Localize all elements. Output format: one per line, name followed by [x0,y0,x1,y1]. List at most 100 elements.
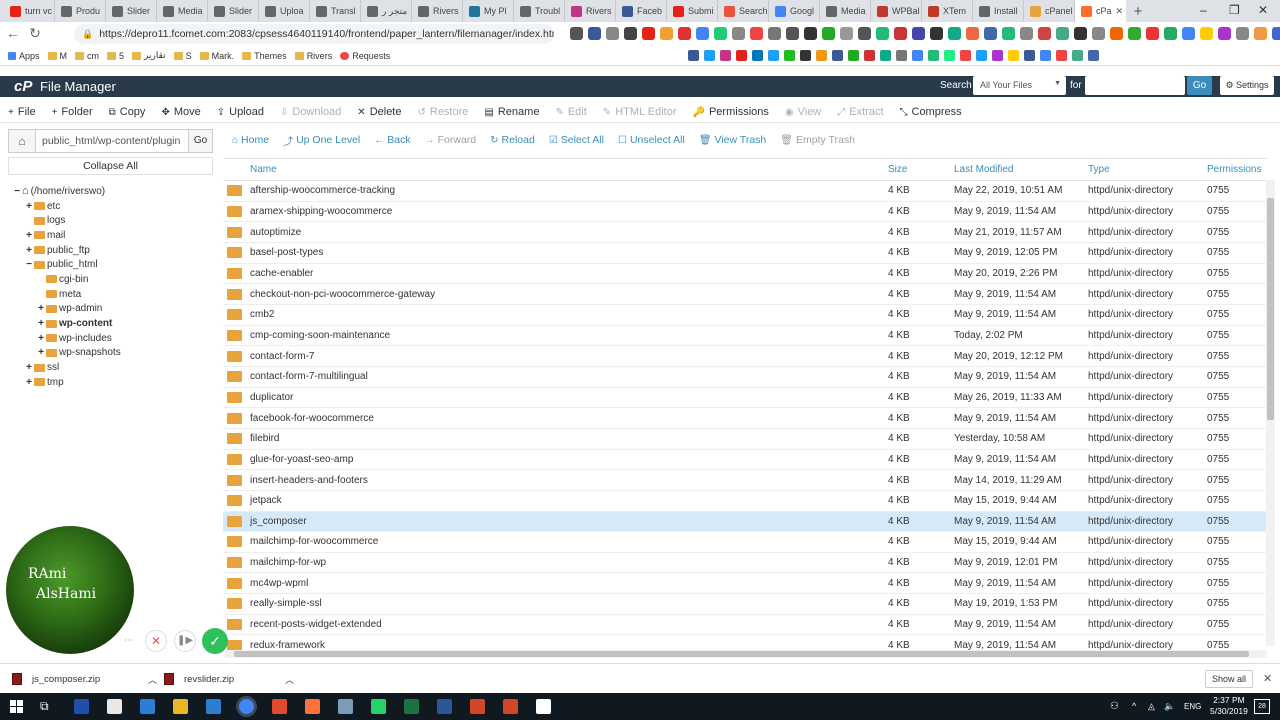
extension-icon[interactable] [930,27,943,40]
bookmark-icon[interactable] [848,50,859,61]
reload-icon[interactable]: ↻ [24,25,46,42]
extension-icon[interactable] [912,27,925,40]
extension-icon[interactable] [1164,27,1177,40]
table-row[interactable]: facebook-for-woocommerce 4 KB May 9, 2019,… [223,408,1268,429]
bookmark-icon[interactable] [960,50,971,61]
expand-icon[interactable]: + [24,230,34,241]
extension-icon[interactable] [1092,27,1105,40]
extension-icon[interactable] [732,27,745,40]
view-button[interactable]: ◉ View [785,106,821,118]
table-row[interactable]: aramex-shipping-woocommerce 4 KB May 9, 20… [223,202,1268,223]
bookmark-icon[interactable] [1008,50,1019,61]
path-input[interactable]: public_html/wp-content/plugin [36,129,189,153]
browser-tab[interactable]: Faceb [616,0,667,22]
close-icon[interactable]: ✕ [145,630,167,652]
notification-icon[interactable]: 28 [1254,699,1270,714]
extension-icon[interactable] [624,27,637,40]
html-editor-button[interactable]: ✎ HTML Editor [603,106,677,118]
tree-item[interactable]: + etc [12,199,217,214]
bookmark-icon[interactable] [704,50,715,61]
close-tab-icon[interactable]: ✕ [1115,6,1123,17]
collapse-icon[interactable]: − [12,186,22,197]
minimize-button[interactable]: – [1200,3,1207,17]
expand-icon[interactable]: + [24,201,34,212]
expand-icon[interactable]: + [36,333,46,344]
extension-icon[interactable] [1128,27,1141,40]
collapse-all-button[interactable]: Collapse All [8,157,213,175]
upload-button[interactable]: ⇪ Upload [217,106,264,118]
maximize-button[interactable]: ❐ [1229,3,1240,17]
chrome-icon[interactable] [239,699,254,714]
whatsapp-icon[interactable] [371,699,386,714]
extension-icon[interactable] [822,27,835,40]
compress-button[interactable]: ⤡ Compress [900,106,962,118]
extension-icon[interactable] [642,27,655,40]
table-row[interactable]: duplicator 4 KB May 26, 2019, 11:33 AM http… [223,388,1268,409]
chevron-up-icon[interactable]: ^ [1132,701,1136,711]
header-last-modified[interactable]: Last Modified [954,164,1088,175]
tree-item[interactable]: cgi-bin [12,272,217,287]
browser-tab[interactable]: Submi [667,0,718,22]
tree-item[interactable]: logs [12,213,217,228]
bookmark-folder[interactable]: 5 [107,51,124,61]
browser-tab[interactable]: WPBal [871,0,922,22]
select-all-button[interactable]: ☑ Select All [549,134,604,146]
table-row[interactable]: aftership-woocommerce-tracking 4 KB May 22… [223,181,1268,202]
clock[interactable]: 2:37 PM 5/30/2019 [1210,695,1248,717]
browser-tab[interactable]: Uploa [259,0,310,22]
app-icon[interactable] [206,699,221,714]
table-row[interactable]: contact-form-7-multilingual 4 KB May 9, 20… [223,367,1268,388]
table-row[interactable]: cmb2 4 KB May 9, 2019, 11:54 AM httpd/unix-… [223,305,1268,326]
windows-start-icon[interactable] [10,700,23,713]
copy-button[interactable]: ⧉ Copy [109,106,146,118]
browser-tab[interactable]: Slider [106,0,157,22]
forward-button[interactable]: → Forward [425,134,477,146]
word-icon[interactable] [437,699,452,714]
browser-tab[interactable]: XTem [922,0,973,22]
extension-icon[interactable] [948,27,961,40]
move-button[interactable]: ✥ Move [161,106,200,118]
unselect-all-button[interactable]: ☐ Unselect All [618,134,685,146]
bookmark-icon[interactable] [976,50,987,61]
home-button[interactable]: ⌂ [8,129,36,153]
edit-button[interactable]: ✎ Edit [555,106,586,118]
extension-icon[interactable] [876,27,889,40]
extension-icon[interactable] [750,27,763,40]
task-view-icon[interactable]: ⧉ [40,699,49,714]
header-permissions[interactable]: Permissions [1207,164,1267,175]
browser-tab[interactable]: cPanel [1024,0,1075,22]
bookmark-icon[interactable] [768,50,779,61]
expand-icon[interactable]: + [36,318,46,329]
table-row[interactable]: checkout-non-pci-woocommerce-gateway 4 KB… [223,284,1268,305]
extension-icon[interactable] [1272,27,1280,40]
rename-button[interactable]: ▤ Rename [484,106,539,118]
tree-item[interactable]: + tmp [12,375,217,390]
download-item-1[interactable]: js_composer.zip ︿ [12,664,157,694]
extension-icon[interactable] [966,27,979,40]
home-button[interactable]: ⌂ Home [232,134,269,146]
browser-tab[interactable]: Media [157,0,208,22]
horizontal-scroll-thumb[interactable] [234,651,1249,657]
chevron-up-icon[interactable]: ︿ [148,673,157,686]
bookmark-icon[interactable] [1024,50,1035,61]
people-icon[interactable]: ⚇ [1110,701,1119,712]
back-button[interactable]: ← Back [374,134,410,146]
table-row[interactable]: really-simple-ssl 4 KB May 19, 2019, 1:53 … [223,594,1268,615]
bookmark-icon[interactable] [1056,50,1067,61]
table-row[interactable]: jetpack 4 KB May 15, 2019, 9:44 AM httpd/un… [223,491,1268,512]
bookmark-icon[interactable] [800,50,811,61]
bookmark-folder[interactable]: Mark. [199,51,234,61]
browser-tab[interactable]: turn vc [4,0,55,22]
expand-icon[interactable]: + [24,362,34,373]
extract-button[interactable]: ⤢ Extract [837,106,883,118]
table-row[interactable]: cmp-coming-soon-maintenance 4 KB Today, 2:… [223,326,1268,347]
network-icon[interactable]: ◬ [1148,701,1155,712]
calculator-icon[interactable] [107,699,122,714]
excel-icon[interactable] [404,699,419,714]
settings-button[interactable]: ⚙ Settings [1220,76,1274,95]
restore-button[interactable]: ↺ Restore [417,106,468,118]
browser-tab[interactable]: cPa ✕ [1075,0,1126,22]
extension-icon[interactable] [1146,27,1159,40]
photoshop-icon[interactable] [74,699,89,714]
photos-icon[interactable] [536,699,551,714]
